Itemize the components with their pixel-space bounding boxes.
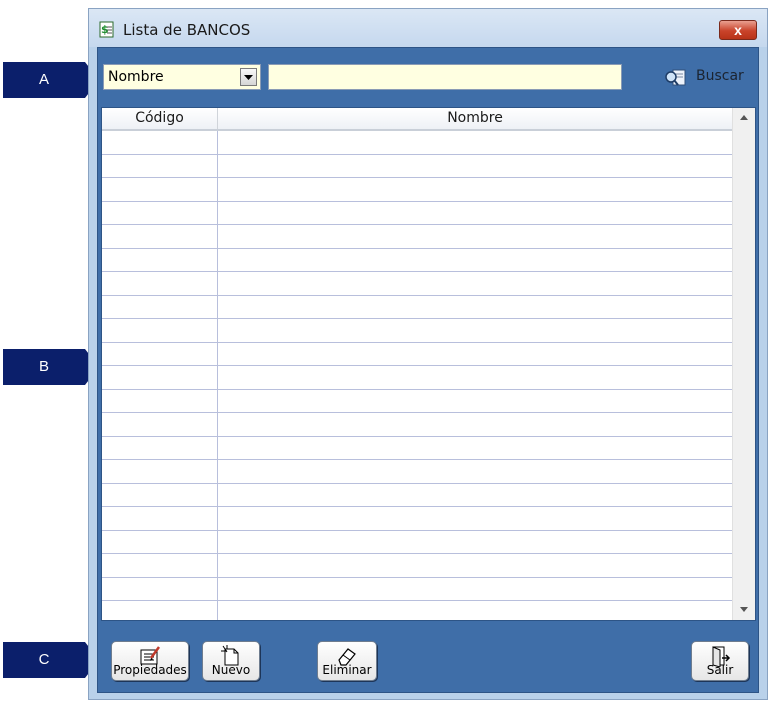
table-row[interactable] (102, 577, 732, 601)
table-row[interactable] (102, 131, 732, 155)
table-cell-code[interactable] (102, 601, 218, 620)
table-cell-code[interactable] (102, 460, 218, 483)
table-cell-code[interactable] (102, 483, 218, 506)
callout-c: C (3, 642, 99, 678)
table-row[interactable] (102, 436, 732, 460)
table-cell-code[interactable] (102, 436, 218, 459)
table-row[interactable] (102, 272, 732, 296)
dropdown-button[interactable] (240, 68, 257, 86)
exit-button[interactable]: Salir (691, 641, 749, 681)
table-cell-code[interactable] (102, 530, 218, 553)
table-cell-code[interactable] (102, 225, 218, 248)
chevron-down-icon (244, 75, 253, 80)
table-cell-code[interactable] (102, 248, 218, 271)
banks-table[interactable]: Código Nombre (101, 107, 756, 621)
table-row[interactable] (102, 178, 732, 202)
properties-button[interactable]: Propiedades (111, 641, 189, 681)
table-cell-code[interactable] (102, 413, 218, 436)
table-row[interactable] (102, 483, 732, 507)
table-row[interactable] (102, 225, 732, 249)
properties-label: Propiedades (113, 663, 187, 677)
table-cell-code[interactable] (102, 389, 218, 412)
new-label: Nuevo (211, 663, 251, 677)
bank-document-icon: $ (99, 21, 115, 38)
new-button[interactable]: Nuevo (202, 641, 260, 681)
table-cell-code[interactable] (102, 154, 218, 177)
table-cell-code[interactable] (102, 131, 218, 154)
bank-list-window: $ Lista de BANCOS x Nombre Buscar Código… (88, 8, 768, 700)
chevron-down-icon (740, 607, 748, 612)
chevron-up-icon (740, 115, 748, 120)
table-row[interactable] (102, 413, 732, 437)
table-row[interactable] (102, 554, 732, 578)
table-row[interactable] (102, 201, 732, 225)
delete-button[interactable]: Eliminar (317, 641, 377, 681)
search-button-label: Buscar (696, 68, 744, 84)
column-header-code[interactable]: Código (102, 108, 218, 129)
column-header-name[interactable]: Nombre (218, 108, 732, 129)
table-cell-code[interactable] (102, 295, 218, 318)
callout-a: A (3, 62, 99, 98)
title-bar[interactable]: $ Lista de BANCOS x (89, 9, 767, 47)
scroll-up-button[interactable] (733, 108, 755, 128)
table-row[interactable] (102, 530, 732, 554)
table-row[interactable] (102, 389, 732, 413)
search-button[interactable]: Buscar (660, 66, 752, 88)
search-icon (665, 69, 686, 86)
table-body (102, 131, 732, 620)
table-row[interactable] (102, 342, 732, 366)
table-row[interactable] (102, 319, 732, 343)
close-icon: x (734, 22, 742, 38)
table-row[interactable] (102, 601, 732, 620)
scroll-down-button[interactable] (733, 600, 755, 620)
table-row[interactable] (102, 366, 732, 390)
vertical-scrollbar[interactable] (732, 108, 755, 620)
table-row[interactable] (102, 295, 732, 319)
table-cell-code[interactable] (102, 366, 218, 389)
close-button[interactable]: x (719, 20, 757, 40)
search-field-select[interactable]: Nombre (103, 64, 261, 90)
table-row[interactable] (102, 460, 732, 484)
table-cell-code[interactable] (102, 178, 218, 201)
search-input[interactable] (268, 64, 622, 90)
table-cell-code[interactable] (102, 554, 218, 577)
table-row[interactable] (102, 507, 732, 531)
exit-label: Salir (706, 663, 734, 677)
search-field-value: Nombre (108, 69, 164, 85)
table-cell-code[interactable] (102, 319, 218, 342)
window-client: Nombre Buscar Código Nombre Propiedades … (97, 47, 759, 693)
table-cell-code[interactable] (102, 342, 218, 365)
table-cell-code[interactable] (102, 272, 218, 295)
table-row[interactable] (102, 248, 732, 272)
table-cell-code[interactable] (102, 201, 218, 224)
table-cell-code[interactable] (102, 577, 218, 600)
callout-b: B (3, 349, 99, 385)
table-cell-code[interactable] (102, 507, 218, 530)
table-header: Código Nombre (102, 108, 732, 131)
window-title: Lista de BANCOS (123, 21, 251, 39)
delete-label: Eliminar (322, 663, 372, 677)
table-row[interactable] (102, 154, 732, 178)
